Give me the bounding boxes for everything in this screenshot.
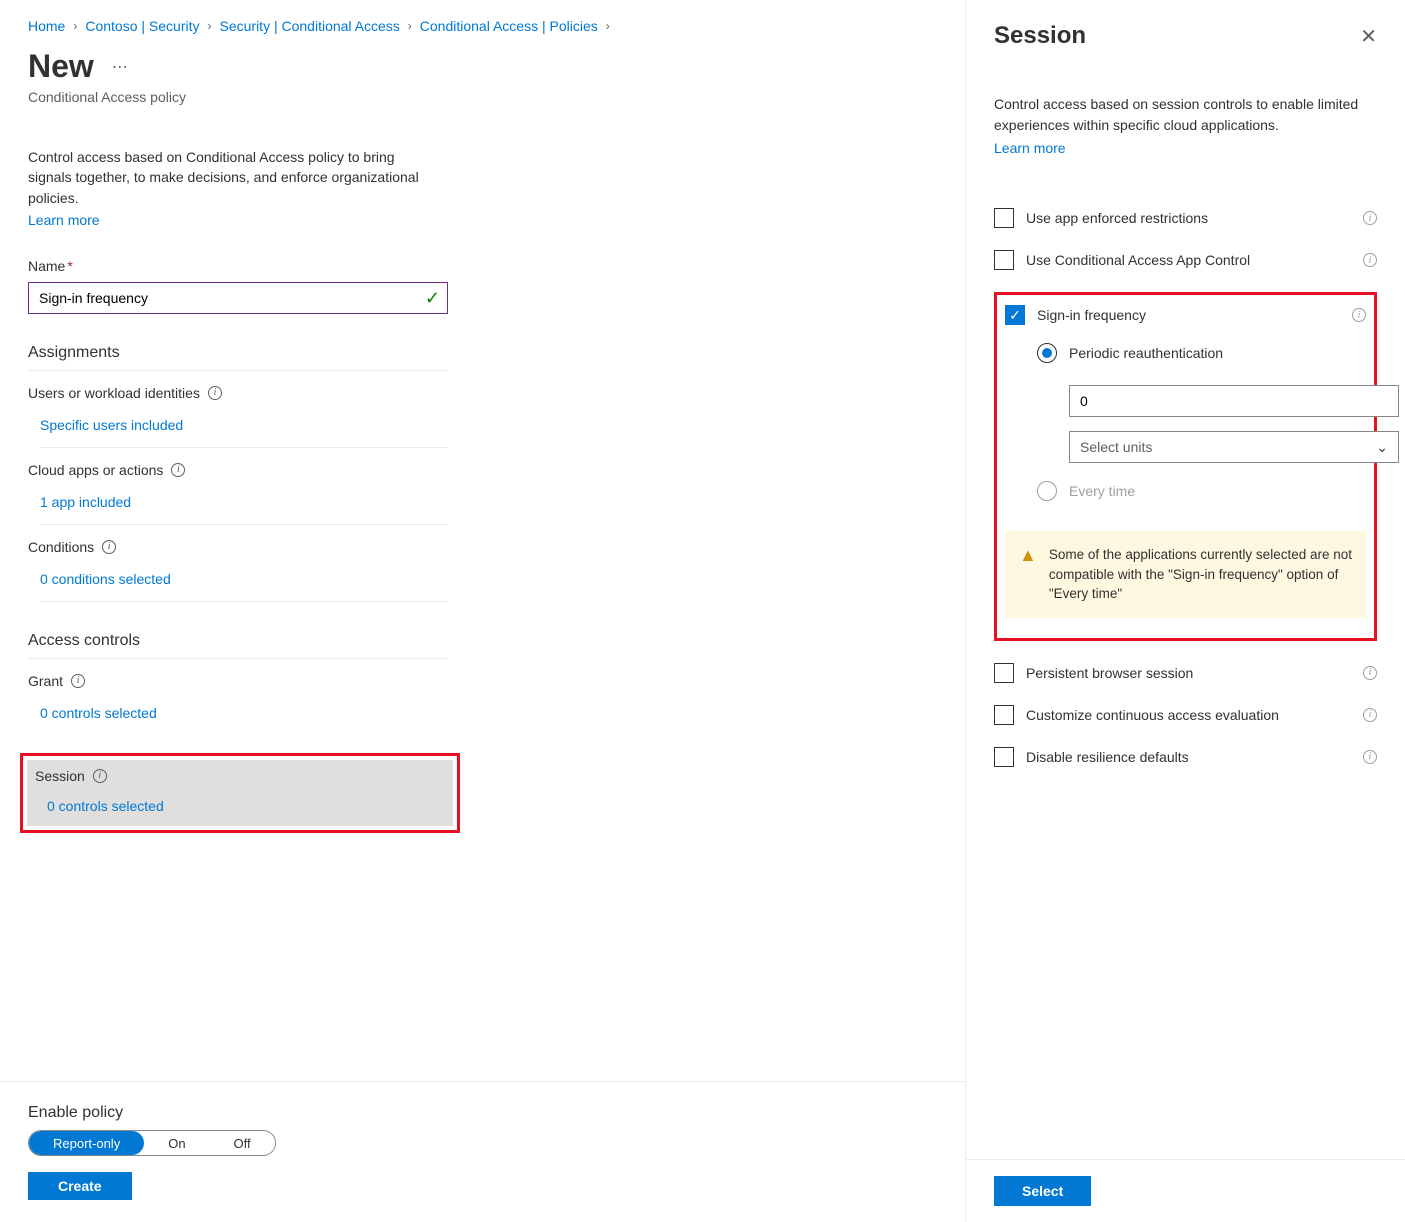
- breadcrumb-contoso-security[interactable]: Contoso | Security: [85, 18, 199, 34]
- info-icon[interactable]: i: [208, 386, 222, 400]
- toggle-report-only[interactable]: Report-only: [29, 1131, 144, 1155]
- radio-selected-icon[interactable]: [1037, 343, 1057, 363]
- checkbox-unchecked-icon[interactable]: [994, 747, 1014, 767]
- enable-policy-label: Enable policy: [28, 1104, 937, 1122]
- users-row[interactable]: Users or workload identities i: [28, 385, 448, 407]
- info-icon[interactable]: i: [1363, 211, 1377, 225]
- info-icon[interactable]: i: [71, 674, 85, 688]
- signin-frequency-label: Sign-in frequency: [1037, 307, 1340, 323]
- breadcrumb: Home › Contoso | Security › Security | C…: [28, 18, 937, 34]
- toggle-on[interactable]: On: [144, 1131, 209, 1155]
- panel-footer: Select: [966, 1159, 1405, 1222]
- app-control-label: Use Conditional Access App Control: [1026, 252, 1351, 268]
- info-icon[interactable]: i: [1363, 708, 1377, 722]
- info-icon[interactable]: i: [102, 540, 116, 554]
- assignments-heading: Assignments: [28, 344, 448, 371]
- page-description: Control access based on Conditional Acce…: [28, 147, 428, 208]
- periodic-label: Periodic reauthentication: [1069, 345, 1223, 361]
- warning-text: Some of the applications currently selec…: [1049, 545, 1352, 604]
- name-input[interactable]: [28, 282, 448, 314]
- radio-unselected-icon[interactable]: [1037, 481, 1057, 501]
- footer: Enable policy Report-only On Off Create: [0, 1081, 965, 1222]
- breadcrumb-home[interactable]: Home: [28, 18, 65, 34]
- enable-policy-toggle[interactable]: Report-only On Off: [28, 1130, 276, 1156]
- access-controls-heading: Access controls: [28, 632, 448, 659]
- info-icon[interactable]: i: [171, 463, 185, 477]
- grant-label: Grant: [28, 673, 63, 689]
- signin-frequency-checkbox-row[interactable]: ✓ Sign-in frequency i: [1005, 305, 1366, 325]
- apps-value[interactable]: 1 app included: [40, 494, 448, 525]
- periodic-radio-row[interactable]: Periodic reauthentication: [1037, 343, 1366, 363]
- info-icon[interactable]: i: [1352, 308, 1366, 322]
- session-label: Session: [35, 768, 85, 784]
- apps-row[interactable]: Cloud apps or actions i: [28, 462, 448, 484]
- app-control-checkbox-row[interactable]: Use Conditional Access App Control i: [994, 250, 1377, 270]
- every-time-radio-row[interactable]: Every time: [1037, 481, 1366, 501]
- persistent-label: Persistent browser session: [1026, 665, 1351, 681]
- resilience-checkbox-row[interactable]: Disable resilience defaults i: [994, 747, 1377, 767]
- apps-label: Cloud apps or actions: [28, 462, 163, 478]
- name-label: Name*: [28, 258, 937, 274]
- chevron-right-icon: ›: [408, 19, 412, 33]
- page-title: New: [28, 48, 94, 85]
- select-button[interactable]: Select: [994, 1176, 1091, 1206]
- learn-more-link[interactable]: Learn more: [28, 212, 937, 228]
- persistent-session-checkbox-row[interactable]: Persistent browser session i: [994, 663, 1377, 683]
- every-time-label: Every time: [1069, 483, 1135, 499]
- create-button[interactable]: Create: [28, 1172, 132, 1200]
- conditions-row[interactable]: Conditions i: [28, 539, 448, 561]
- checkbox-unchecked-icon[interactable]: [994, 250, 1014, 270]
- checkbox-unchecked-icon[interactable]: [994, 663, 1014, 683]
- frequency-units-select[interactable]: Select units ⌄: [1069, 431, 1399, 463]
- warning-icon: ▲: [1019, 545, 1037, 566]
- checkbox-unchecked-icon[interactable]: [994, 705, 1014, 725]
- info-icon[interactable]: i: [1363, 750, 1377, 764]
- close-icon[interactable]: ✕: [1360, 24, 1377, 49]
- breadcrumb-security-ca[interactable]: Security | Conditional Access: [220, 18, 400, 34]
- resilience-label: Disable resilience defaults: [1026, 749, 1351, 765]
- users-label: Users or workload identities: [28, 385, 200, 401]
- conditions-label: Conditions: [28, 539, 94, 555]
- grant-row[interactable]: Grant i: [28, 673, 448, 695]
- chevron-down-icon: ⌄: [1376, 439, 1388, 456]
- panel-description: Control access based on session controls…: [994, 94, 1377, 136]
- units-placeholder: Select units: [1080, 439, 1152, 455]
- panel-learn-more-link[interactable]: Learn more: [994, 140, 1066, 156]
- app-restrictions-checkbox-row[interactable]: Use app enforced restrictions i: [994, 208, 1377, 228]
- app-restrictions-label: Use app enforced restrictions: [1026, 210, 1351, 226]
- conditions-value[interactable]: 0 conditions selected: [40, 571, 448, 602]
- signin-frequency-highlight-box: ✓ Sign-in frequency i Periodic reauthent…: [994, 292, 1377, 641]
- page-subtitle: Conditional Access policy: [28, 89, 937, 105]
- checkbox-unchecked-icon[interactable]: [994, 208, 1014, 228]
- info-icon[interactable]: i: [1363, 666, 1377, 680]
- info-icon[interactable]: i: [1363, 253, 1377, 267]
- session-value[interactable]: 0 controls selected: [47, 798, 445, 814]
- session-highlight-box: Session i 0 controls selected: [20, 753, 460, 833]
- users-value[interactable]: Specific users included: [40, 417, 448, 448]
- checkmark-icon: ✓: [425, 288, 440, 309]
- breadcrumb-ca-policies[interactable]: Conditional Access | Policies: [420, 18, 598, 34]
- grant-value[interactable]: 0 controls selected: [40, 705, 448, 735]
- chevron-right-icon: ›: [208, 19, 212, 33]
- chevron-right-icon: ›: [606, 19, 610, 33]
- toggle-off[interactable]: Off: [210, 1131, 275, 1155]
- continuous-eval-checkbox-row[interactable]: Customize continuous access evaluation i: [994, 705, 1377, 725]
- more-actions-icon[interactable]: ⋯: [112, 57, 128, 77]
- chevron-right-icon: ›: [73, 19, 77, 33]
- session-row[interactable]: Session i 0 controls selected: [27, 760, 453, 826]
- frequency-value-input[interactable]: [1069, 385, 1399, 417]
- continuous-label: Customize continuous access evaluation: [1026, 707, 1351, 723]
- panel-title: Session: [994, 22, 1086, 50]
- checkbox-checked-icon[interactable]: ✓: [1005, 305, 1025, 325]
- info-icon[interactable]: i: [93, 769, 107, 783]
- session-panel: Session ✕ Control access based on sessio…: [965, 0, 1405, 1222]
- warning-box: ▲ Some of the applications currently sel…: [1005, 531, 1366, 618]
